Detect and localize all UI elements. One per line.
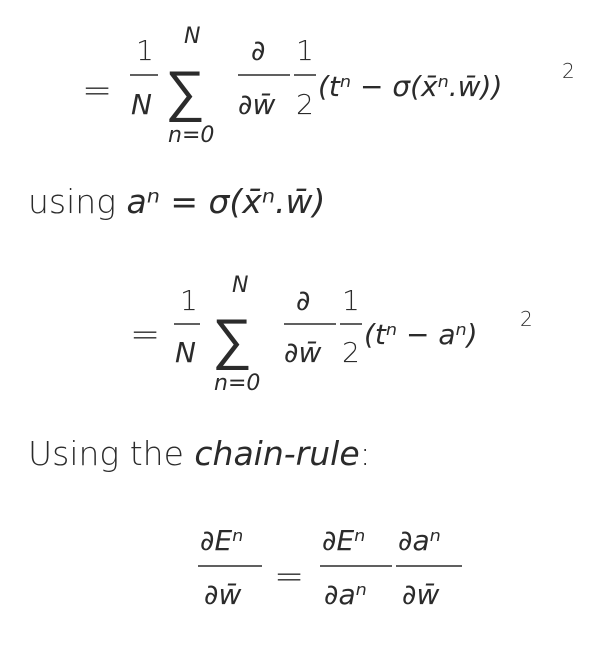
eq3-rhs2-num: ∂aⁿ [398,524,441,557]
eq1-partial-num: ∂ [251,34,265,67]
eq1-half-den: 2 [296,88,314,121]
eq2-sum-lower: n=0 [214,371,260,396]
eq1-half-num: 1 [296,34,314,67]
equation-3: ∂Eⁿ ∂w̄ = ∂Eⁿ ∂aⁿ ∂aⁿ ∂w̄ [198,524,462,611]
eq2-partial-den: ∂w̄ [284,336,321,369]
eq1-body: (tⁿ − σ(x̄ⁿ.w̄)) [318,70,502,103]
eq1-equals: = [82,70,112,111]
eq3-lhs-num: ∂Eⁿ [200,524,243,557]
eq2-sum-symbol: ∑ [212,307,252,372]
using-prefix: using [28,182,116,221]
eq2-equals: = [130,314,160,355]
equation-2: = 1 N N ∑ n=0 ∂ ∂w̄ 1 2 (tⁿ − aⁿ) 2 [130,273,533,396]
eq2-half-num: 1 [342,284,360,317]
eq1-frac-den: N [131,88,152,121]
eq2-frac-den: N [175,336,196,369]
eq2-frac-num: 1 [180,284,198,317]
eq1-frac-num: 1 [136,34,154,67]
eq2-sum-upper: N [232,273,248,298]
eq2-exponent: 2 [520,307,533,331]
equation-1: = 1 N N ∑ n=0 ∂ ∂w̄ 1 2 (tⁿ − σ(x̄ⁿ.w̄))… [82,24,575,148]
eq2-partial-num: ∂ [296,284,310,317]
eq1-sum-lower: n=0 [168,123,214,148]
eq2-body: (tⁿ − aⁿ) [364,318,478,351]
chain-rule-suffix: : [359,434,371,473]
using-expression: aⁿ = σ(x̄ⁿ.w̄) [126,182,326,221]
eq1-sum-upper: N [184,24,200,49]
chain-rule-line: Using the chain-rule: [28,432,371,476]
eq2-half-den: 2 [342,336,360,369]
eq3-equals: = [274,556,304,597]
chain-rule-prefix: Using the [28,434,184,473]
eq3-lhs-den: ∂w̄ [204,578,241,611]
using-line: using aⁿ = σ(x̄ⁿ.w̄) [28,180,325,224]
eq3-rhs1-den: ∂aⁿ [324,578,367,611]
slide: = 1 N N ∑ n=0 ∂ ∂w̄ 1 2 (tⁿ − σ(x̄ⁿ.w̄))… [0,0,598,660]
chain-rule-emphasis: chain-rule [194,434,360,473]
eq1-partial-den: ∂w̄ [238,88,275,121]
eq3-rhs1-num: ∂Eⁿ [322,524,365,557]
eq1-exponent: 2 [562,59,575,83]
eq3-rhs2-den: ∂w̄ [402,578,439,611]
eq1-sum-symbol: ∑ [165,59,205,124]
